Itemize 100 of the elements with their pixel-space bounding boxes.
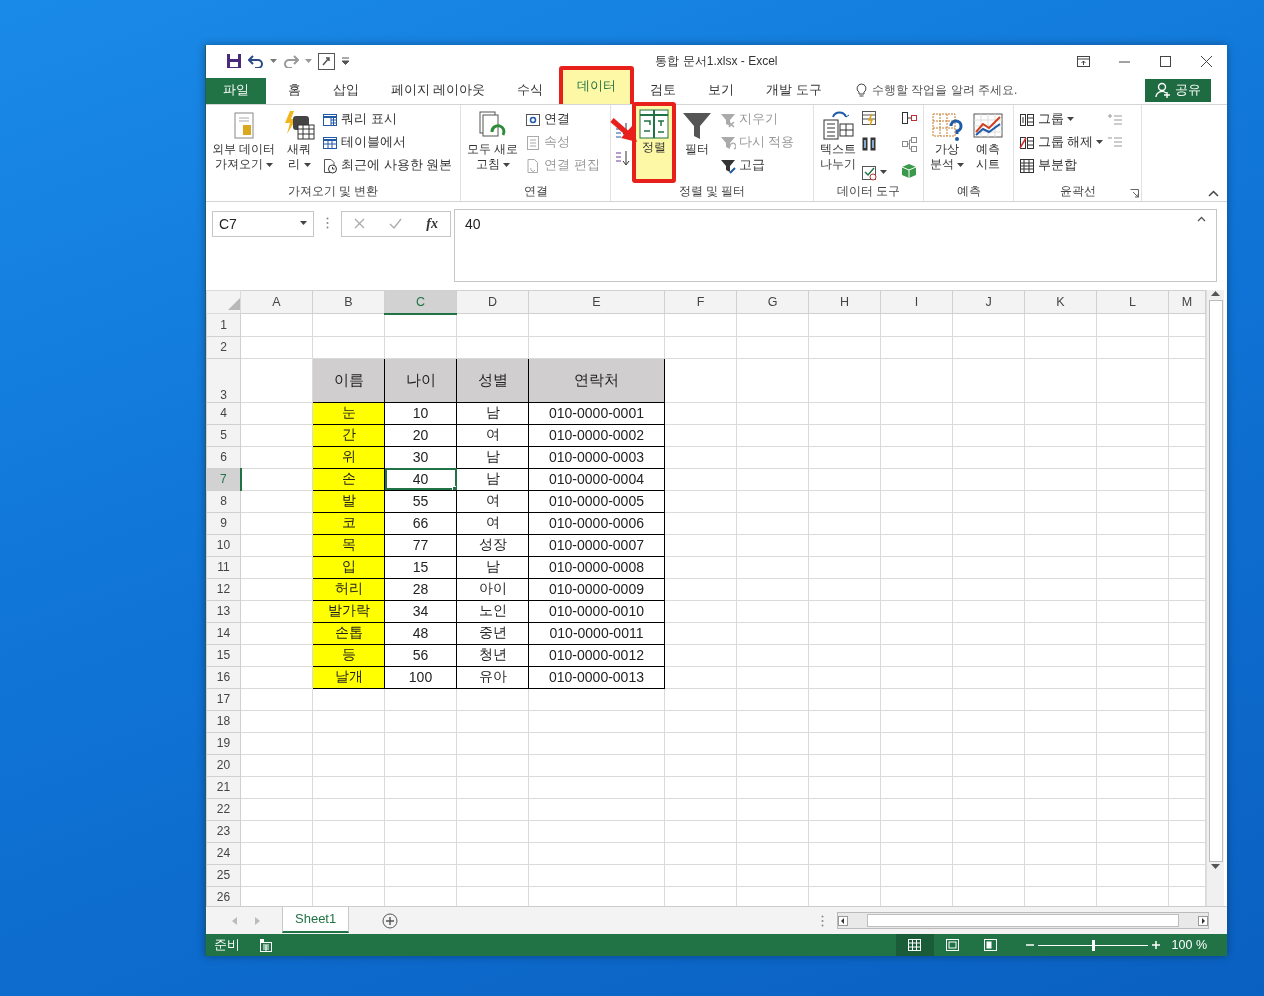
column-header[interactable]: K [1024,290,1097,314]
ribbon-button[interactable]: 최근에 사용한 원본 [320,155,455,176]
column-header[interactable]: F [664,290,737,314]
normal-view-icon[interactable] [908,939,922,951]
remove-duplicates-icon[interactable] [861,136,877,153]
column-header[interactable]: D [456,290,529,314]
column-header[interactable]: E [528,290,665,314]
ribbon-button[interactable]: 부분합 [1017,155,1106,176]
column-header[interactable]: A [240,290,313,314]
data-validation-icon[interactable] [861,164,877,181]
row-header[interactable]: 15 [206,644,241,667]
maximize-icon[interactable] [1159,56,1172,67]
column-header[interactable]: H [808,290,881,314]
row-header[interactable]: 13 [206,600,241,623]
column-header[interactable]: L [1096,290,1169,314]
ribbon-button[interactable]: 테이블에서 [320,132,455,153]
ribbon-button[interactable]: 외부 데이터 가져오기 [209,107,279,183]
ribbon-button[interactable]: 정렬 [632,101,676,183]
zoom-level[interactable]: 100 % [1171,938,1207,952]
scrollbar-thumb[interactable] [1208,299,1223,862]
column-header[interactable]: M [1168,290,1206,314]
customize-icon[interactable] [341,57,350,66]
row-header[interactable]: 12 [206,578,241,601]
row-header[interactable]: 1 [206,313,241,337]
share-button[interactable]: 공유 [1145,78,1211,102]
row-header[interactable]: 20 [206,754,241,777]
row-header[interactable]: 4 [206,402,241,425]
row-header[interactable]: 7 [206,468,241,491]
sort-descending-icon[interactable] [614,149,630,166]
row-header[interactable]: 18 [206,710,241,733]
column-header[interactable]: C [384,290,457,314]
columns-arrow-icon[interactable] [901,109,917,126]
ribbon-tab[interactable]: 보기 [692,77,751,104]
row-header[interactable]: 24 [206,842,241,865]
relationship-icon[interactable] [901,136,917,153]
flash-fill-icon[interactable] [861,109,877,126]
save-icon[interactable] [226,53,242,70]
row-header[interactable]: 10 [206,534,241,557]
add-sheet-icon[interactable] [382,912,399,929]
zoom-out-icon[interactable] [1025,941,1034,949]
touch-mode-icon[interactable] [318,53,335,70]
zoom-in-icon[interactable] [1151,941,1160,949]
page-layout-icon[interactable] [946,939,960,951]
undo-icon[interactable] [248,54,264,69]
ribbon-button[interactable]: 고급 [718,155,797,176]
row-header[interactable]: 17 [206,688,241,711]
ribbon-button[interactable]: 연결 [523,109,602,130]
collapse-ribbon-icon[interactable] [1208,189,1219,197]
ribbon-display-icon[interactable] [1077,56,1090,67]
horizontal-scrollbar[interactable] [837,912,1209,930]
ribbon-tab[interactable]: 홈 [272,77,317,104]
ribbon-button[interactable]: 필터 [678,107,716,183]
row-header[interactable]: 8 [206,490,241,513]
row-header[interactable]: 21 [206,776,241,799]
check-icon[interactable] [389,218,403,230]
row-header[interactable]: 11 [206,556,241,579]
formula-field[interactable]: 40 [454,208,1217,282]
macro-record-icon[interactable] [260,938,274,952]
ribbon-tab[interactable]: 삽입 [317,77,375,104]
scrollbar-thumb[interactable] [867,914,1179,928]
row-header[interactable]: 26 [206,886,241,907]
ribbon-button[interactable]: 그룹 해제 [1017,132,1106,153]
expand-icon[interactable] [1197,215,1206,222]
row-header[interactable]: 23 [206,820,241,843]
row-header[interactable]: 22 [206,798,241,821]
column-header[interactable]: B [312,290,385,314]
row-header[interactable]: 9 [206,512,241,535]
sheet-tab[interactable]: Sheet1 [282,906,350,933]
redo-icon[interactable] [283,54,299,69]
page-break-icon[interactable] [984,939,998,951]
column-header[interactable]: I [880,290,953,314]
ribbon-tab[interactable]: 수식 [501,77,560,104]
column-header[interactable]: G [736,290,809,314]
name-box[interactable]: C7 [212,210,314,237]
row-header[interactable]: 19 [206,732,241,755]
close-icon[interactable] [1200,56,1213,67]
row-header[interactable]: 3 [206,358,241,403]
ribbon-tab[interactable]: 검토 [634,77,693,104]
ribbon-button[interactable]: 새쿼 리 [280,107,319,183]
ribbon-tab[interactable]: 페이지 레이아웃 [375,77,502,104]
row-header[interactable]: 2 [206,336,241,359]
column-header[interactable]: J [952,290,1025,314]
data-model-icon[interactable] [901,162,917,179]
row-header[interactable]: 14 [206,622,241,645]
tell-me-field[interactable]: 수행할 작업을 알려 주세요. [871,82,1018,100]
row-header[interactable]: 25 [206,864,241,887]
vertical-scrollbar[interactable] [1206,289,1224,907]
ribbon-button[interactable]: 쿼리 표시 [320,109,455,130]
dialog-launcher-icon[interactable] [1130,188,1139,198]
ribbon-button[interactable]: 가상 분석 [927,107,968,183]
file-tab[interactable]: 파일 [206,77,266,104]
insert-function-button[interactable]: fx [426,215,438,232]
ribbon-button[interactable]: 예측 시트 [969,107,1008,183]
row-header[interactable]: 6 [206,446,241,469]
row-header[interactable]: 5 [206,424,241,447]
row-header[interactable]: 16 [206,666,241,689]
ribbon-button[interactable]: 그룹 [1017,109,1106,130]
slider-thumb[interactable] [1091,939,1095,951]
ribbon-tab[interactable]: 개발 도구 [750,77,838,104]
ribbon-button[interactable]: 모두 새로 고침 [464,107,522,183]
